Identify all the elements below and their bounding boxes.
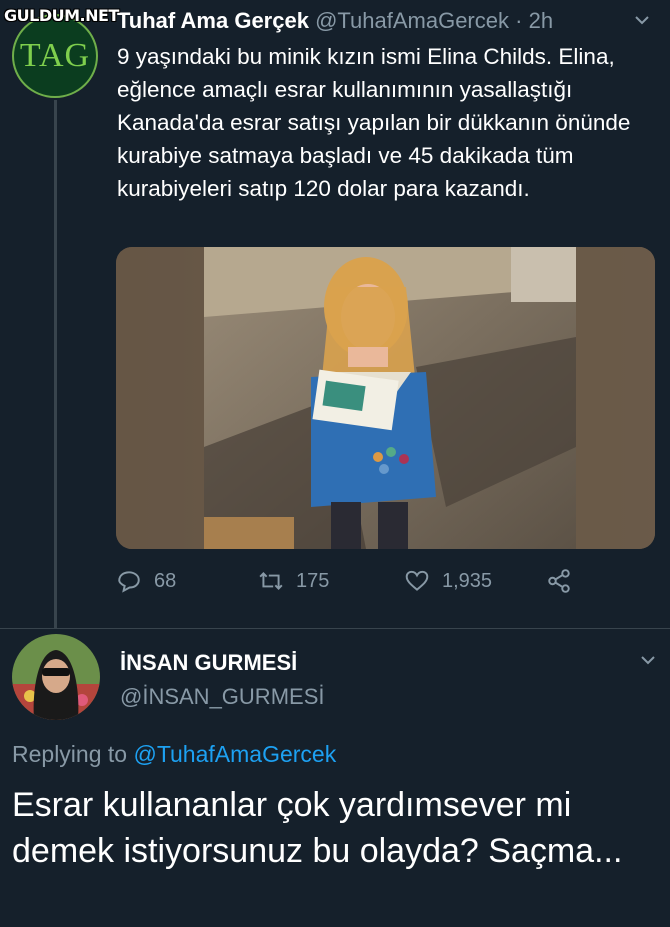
share-icon — [548, 569, 570, 593]
girl-selling-cookies-photo — [116, 247, 655, 549]
profile-photo — [12, 634, 100, 720]
like-action[interactable]: 1,935 — [404, 568, 492, 594]
tweet-divider — [0, 628, 670, 629]
author-avatar[interactable]: TAG — [12, 14, 98, 98]
reply-author-display-name[interactable]: İNSAN GURMESİ — [120, 650, 297, 676]
author-handle[interactable]: @TuhafAmaGercek — [315, 8, 509, 33]
reply-action[interactable]: 68 — [116, 568, 176, 594]
replying-to-prefix: Replying to — [12, 741, 128, 767]
like-count: 1,935 — [442, 569, 493, 592]
heart-icon — [405, 570, 429, 591]
tweet-timestamp[interactable]: 2h — [529, 8, 553, 33]
reply-author-handle[interactable]: @İNSAN_GURMESİ — [120, 684, 324, 710]
retweet-icon — [259, 572, 283, 590]
replying-to-mention[interactable]: @TuhafAmaGercek — [133, 741, 336, 767]
tweet-header: Tuhaf Ama Gerçek @TuhafAmaGercek · 2h — [117, 8, 553, 34]
share-action[interactable] — [546, 568, 584, 594]
reply-author-avatar[interactable] — [12, 634, 100, 720]
header-separator: · — [515, 8, 523, 33]
author-display-name[interactable]: Tuhaf Ama Gerçek — [117, 8, 309, 33]
reply-count: 68 — [154, 569, 177, 592]
tweet-actions: 68 175 1,935 — [116, 568, 596, 598]
thread-connector-line — [54, 100, 57, 628]
replying-to-line: Replying to @TuhafAmaGercek — [12, 741, 336, 768]
retweet-action[interactable]: 175 — [258, 568, 329, 594]
tweet-menu-chevron-down-icon[interactable] — [632, 10, 652, 36]
reply-bubble-icon — [118, 571, 140, 593]
avatar-logo-text: TAG — [19, 37, 91, 74]
reply-text: Esrar kullananlar çok yardımsever mi dem… — [12, 786, 623, 870]
retweet-count: 175 — [296, 569, 330, 592]
tweet-text: 9 yaşındaki bu minik kızın ismi Elina Ch… — [117, 44, 631, 201]
tweet-photo[interactable] — [116, 247, 655, 549]
site-watermark: GULDUM.NET — [4, 6, 119, 25]
reply-menu-chevron-down-icon[interactable] — [638, 650, 658, 676]
